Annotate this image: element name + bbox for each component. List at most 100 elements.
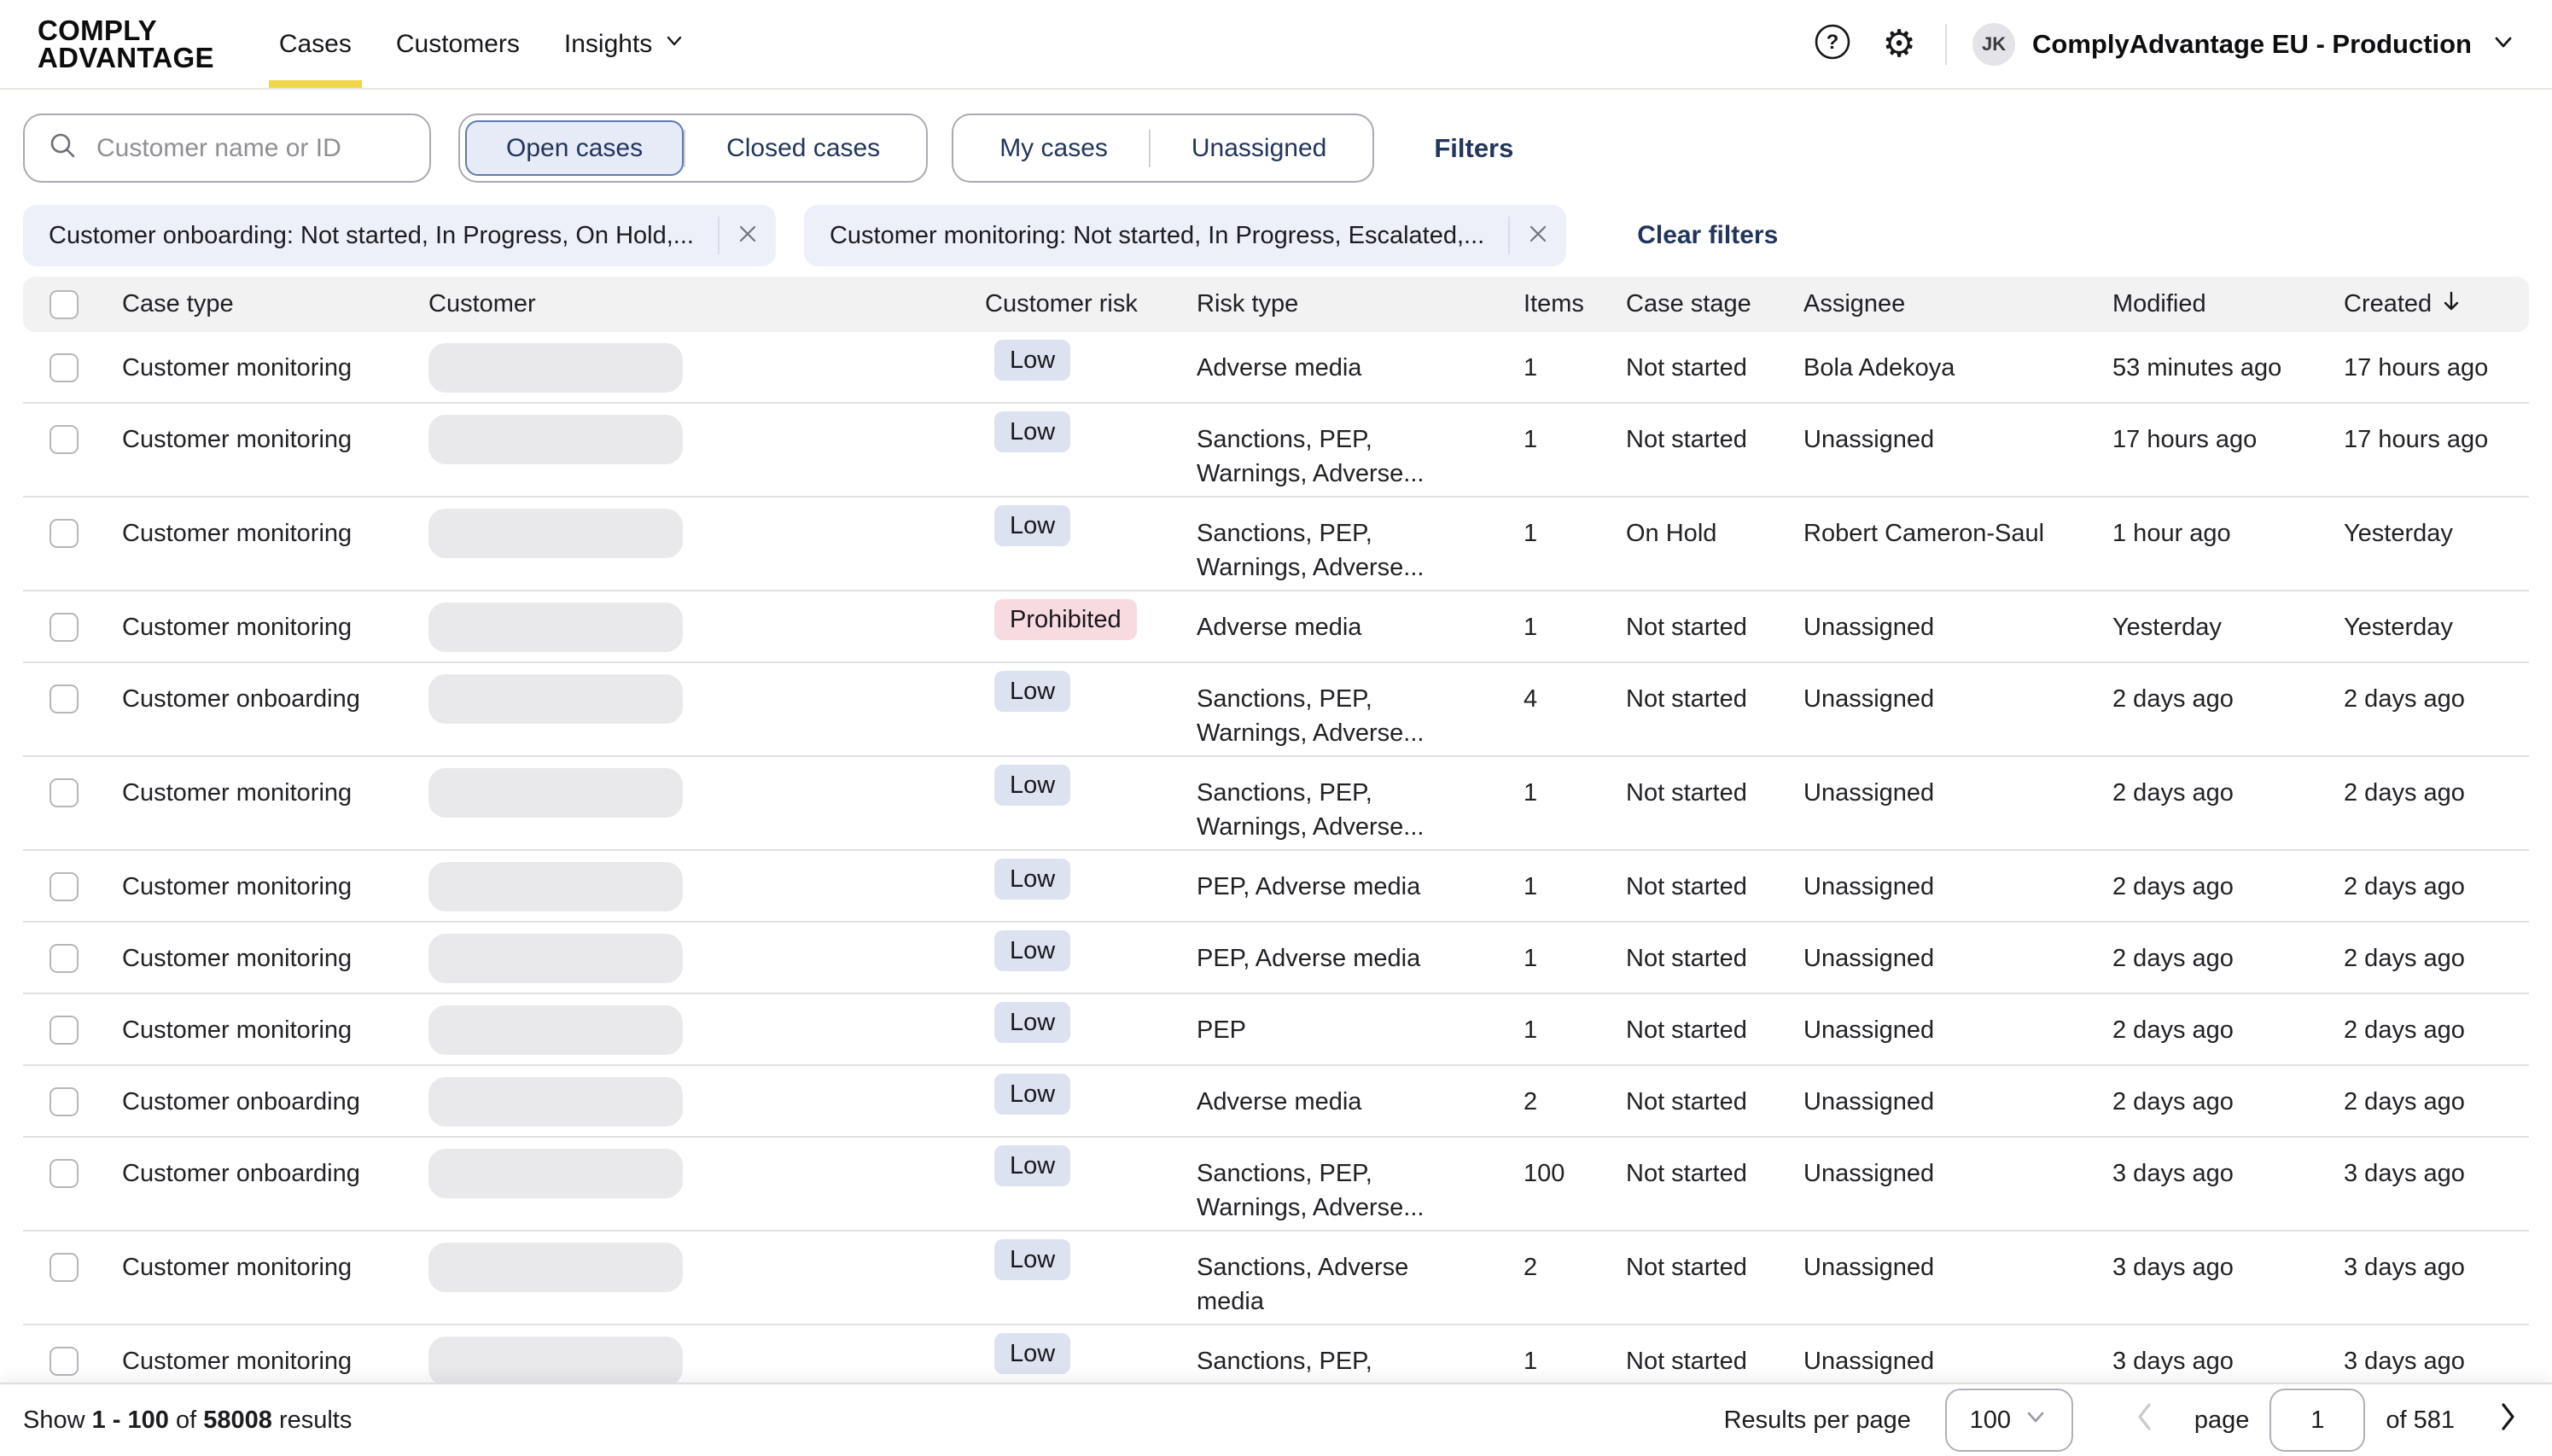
- created-cell: 3 days ago: [2344, 1138, 2529, 1230]
- customer-cell: [428, 404, 985, 496]
- row-checkbox[interactable]: [50, 1016, 79, 1045]
- column-header-label: Created: [2344, 290, 2432, 318]
- risk-badge: Low: [994, 340, 1070, 381]
- table-row[interactable]: Customer onboardingLowAdverse media2Not …: [23, 1066, 2529, 1138]
- table-row[interactable]: Customer monitoringLowSanctions, PEP,War…: [23, 1325, 2529, 1384]
- nav-item-insights[interactable]: Insights: [542, 0, 708, 88]
- modified-cell: 53 minutes ago: [2112, 332, 2344, 402]
- settings-button[interactable]: ⚙: [1879, 24, 1920, 65]
- nav-item-cases[interactable]: Cases: [257, 0, 374, 88]
- row-checkbox[interactable]: [50, 613, 79, 642]
- case-type-cell: Customer onboarding: [122, 663, 428, 755]
- clear-filters-button[interactable]: Clear filters: [1637, 221, 1778, 250]
- summary-of: of: [176, 1406, 196, 1434]
- case-stage-cell: On Hold: [1626, 498, 1803, 590]
- main-nav: CasesCustomers Insights: [257, 0, 708, 88]
- case-type-cell: Customer monitoring: [122, 498, 428, 590]
- page-number-input[interactable]: [2269, 1389, 2365, 1452]
- results-per-page-select[interactable]: 100: [1945, 1389, 2073, 1452]
- customer-cell: [428, 1066, 985, 1136]
- column-header-risk-type[interactable]: Risk type: [1197, 290, 1524, 318]
- assignee-cell: Unassigned: [1803, 663, 2112, 755]
- filter-chip: Customer monitoring: Not started, In Pro…: [804, 205, 1566, 266]
- help-button[interactable]: ?: [1812, 24, 1853, 65]
- nav-item-customers[interactable]: Customers: [374, 0, 542, 88]
- account-selector[interactable]: JK ComplyAdvantage EU - Production: [1972, 23, 2518, 66]
- assignee-cell: Robert Cameron-Saul: [1803, 498, 2112, 590]
- column-header-case-stage[interactable]: Case stage: [1626, 290, 1803, 318]
- next-page-button[interactable]: [2489, 1397, 2526, 1443]
- toggle-unassigned[interactable]: Unassigned: [1151, 120, 1367, 176]
- row-checkbox[interactable]: [50, 944, 79, 973]
- column-header-assignee[interactable]: Assignee: [1803, 290, 2112, 318]
- chevron-down-icon: [2023, 1404, 2048, 1436]
- table-row[interactable]: Customer monitoringLowPEP, Adverse media…: [23, 851, 2529, 923]
- assignee-cell: Unassigned: [1803, 1232, 2112, 1324]
- toggle-my-cases[interactable]: My cases: [958, 120, 1149, 176]
- risk-badge: Low: [994, 671, 1070, 712]
- risk-type-cell: Sanctions, PEP,Warnings, Adverse...: [1197, 1325, 1524, 1384]
- select-all-checkbox[interactable]: [50, 290, 79, 319]
- toggle-open-cases[interactable]: Open cases: [465, 120, 684, 176]
- table-row[interactable]: Customer monitoringLowSanctions, PEP,War…: [23, 757, 2529, 851]
- customer-cell: [428, 498, 985, 590]
- search-icon: [47, 130, 79, 166]
- table-row[interactable]: Customer monitoringLowPEP, Adverse media…: [23, 923, 2529, 994]
- previous-page-button[interactable]: [2126, 1397, 2164, 1443]
- case-type-cell: Customer monitoring: [122, 332, 428, 402]
- select-all-cell: [23, 290, 122, 319]
- row-checkbox-cell: [23, 1232, 122, 1324]
- column-header-modified[interactable]: Modified: [2112, 290, 2344, 318]
- modified-cell: 2 days ago: [2112, 923, 2344, 993]
- row-checkbox[interactable]: [50, 353, 79, 382]
- created-cell: 3 days ago: [2344, 1232, 2529, 1324]
- case-stage-cell: Not started: [1626, 1325, 1803, 1384]
- table-row[interactable]: Customer monitoringLowAdverse media1Not …: [23, 332, 2529, 404]
- table-row[interactable]: Customer monitoringLowSanctions, PEP,War…: [23, 404, 2529, 498]
- row-checkbox-cell: [23, 591, 122, 661]
- customer-skeleton: [428, 1005, 683, 1055]
- risk-type-cell: Sanctions, PEP,Warnings, Adverse...: [1197, 1138, 1524, 1230]
- row-checkbox[interactable]: [50, 684, 79, 713]
- search-input[interactable]: [95, 133, 421, 164]
- filters-button[interactable]: Filters: [1434, 133, 1513, 164]
- created-cell: 2 days ago: [2344, 851, 2529, 921]
- row-checkbox[interactable]: [50, 1087, 79, 1116]
- remove-filter-button[interactable]: [720, 205, 776, 266]
- row-checkbox[interactable]: [50, 519, 79, 548]
- sort-descending-icon: [2440, 288, 2462, 321]
- table-row[interactable]: Customer monitoringLowSanctions, Adverse…: [23, 1232, 2529, 1325]
- row-checkbox[interactable]: [50, 425, 79, 454]
- risk-type-line: Warnings, Adverse...: [1197, 716, 1524, 750]
- case-stage-cell: Not started: [1626, 1232, 1803, 1324]
- created-cell: Yesterday: [2344, 498, 2529, 590]
- items-cell: 1: [1524, 498, 1626, 590]
- account-name: ComplyAdvantage EU - Production: [2032, 29, 2472, 60]
- case-type-cell: Customer monitoring: [122, 404, 428, 496]
- row-checkbox[interactable]: [50, 1253, 79, 1282]
- table-row[interactable]: Customer onboardingLowSanctions, PEP,War…: [23, 663, 2529, 757]
- column-header-label: Assignee: [1803, 290, 1905, 318]
- risk-badge: Low: [994, 1145, 1070, 1186]
- row-checkbox[interactable]: [50, 1159, 79, 1188]
- customer-skeleton: [428, 603, 683, 652]
- remove-filter-button[interactable]: [1510, 205, 1566, 266]
- column-header-created[interactable]: Created: [2344, 288, 2529, 321]
- summary-show: Show: [23, 1406, 85, 1434]
- toggle-closed-cases[interactable]: Closed cases: [685, 120, 921, 176]
- search-box: [23, 114, 431, 183]
- column-header-customer[interactable]: Customer: [428, 290, 985, 318]
- customer-cell: [428, 923, 985, 993]
- column-header-case-type[interactable]: Case type: [122, 290, 428, 318]
- table-row[interactable]: Customer monitoringLowPEP1Not startedUna…: [23, 994, 2529, 1066]
- row-checkbox[interactable]: [50, 872, 79, 901]
- nav-item-label: Insights: [564, 30, 652, 59]
- risk-type-cell: Sanctions, Adversemedia: [1197, 1232, 1524, 1324]
- table-row[interactable]: Customer onboardingLowSanctions, PEP,War…: [23, 1138, 2529, 1232]
- table-row[interactable]: Customer monitoringProhibitedAdverse med…: [23, 591, 2529, 663]
- table-row[interactable]: Customer monitoringLowSanctions, PEP,War…: [23, 498, 2529, 591]
- column-header-customer-risk[interactable]: Customer risk: [985, 290, 1197, 318]
- column-header-items[interactable]: Items: [1524, 290, 1626, 318]
- row-checkbox[interactable]: [50, 778, 79, 807]
- row-checkbox[interactable]: [50, 1347, 79, 1376]
